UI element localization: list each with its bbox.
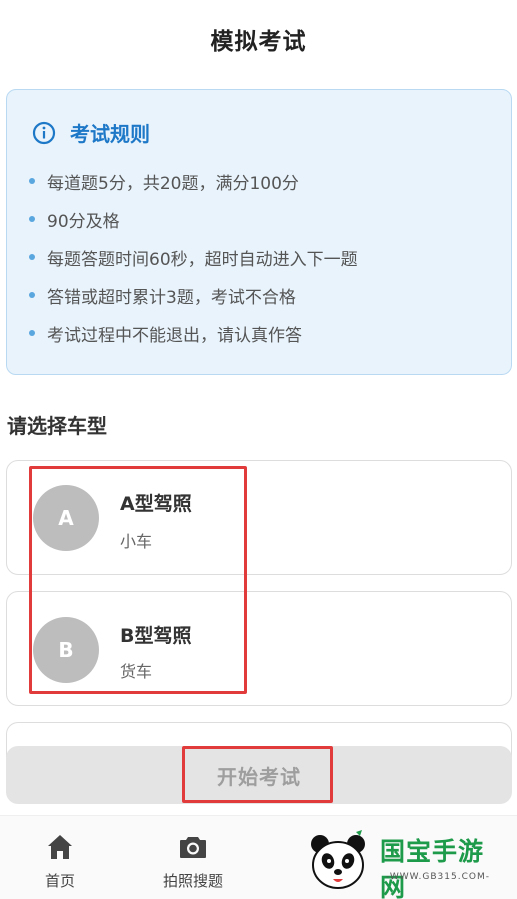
- vehicle-name: B型驾照: [120, 625, 192, 647]
- vehicle-desc: 小车: [120, 532, 153, 551]
- rules-header: 考试规则: [32, 118, 150, 147]
- start-exam-button[interactable]: 开始考试: [6, 746, 512, 804]
- rule-item: 考试过程中不能退出，请认真作答: [29, 314, 499, 352]
- bullet-dot: [29, 178, 35, 184]
- rule-text: 90分及格: [47, 211, 120, 232]
- camera-icon: [180, 837, 206, 858]
- rule-text: 每道题5分，共20题，满分100分: [47, 173, 299, 194]
- panda-logo-icon: [311, 830, 365, 889]
- vehicle-name: A型驾照: [120, 493, 192, 515]
- vehicle-option-b[interactable]: B B型驾照 货车: [6, 591, 512, 706]
- home-icon: [48, 835, 72, 859]
- tab-label: 拍照搜题: [162, 872, 223, 890]
- rule-item: 每题答题时间60秒，超时自动进入下一题: [29, 238, 499, 276]
- bullet-dot: [29, 330, 35, 336]
- vehicle-avatar: A: [33, 485, 99, 551]
- rule-item: 90分及格: [29, 200, 499, 238]
- vehicle-section-title: 请选择车型: [7, 414, 107, 438]
- vehicle-avatar: B: [33, 617, 99, 683]
- vehicle-option-a[interactable]: A A型驾照 小车: [6, 460, 512, 575]
- watermark-brand: 国宝手游网: [380, 837, 485, 899]
- bullet-dot: [29, 254, 35, 260]
- rules-list: 每道题5分，共20题，满分100分 90分及格 每题答题时间60秒，超时自动进入…: [29, 162, 499, 352]
- watermark-url: -WWW.GB315.COM-: [386, 872, 490, 882]
- info-icon: [32, 121, 56, 144]
- tab-photo-search[interactable]: 拍照搜题: [148, 816, 238, 899]
- app-header: 模拟考试: [0, 0, 517, 78]
- exam-rules-panel: 考试规则 每道题5分，共20题，满分100分 90分及格 每题答题时间60秒，超…: [6, 89, 512, 375]
- tab-home[interactable]: 首页: [28, 816, 92, 899]
- site-watermark: 国宝手游网 -WWW.GB315.COM-: [298, 826, 508, 899]
- rule-item: 答错或超时累计3题，考试不合格: [29, 276, 499, 314]
- page-title: 模拟考试: [210, 29, 307, 55]
- rule-item: 每道题5分，共20题，满分100分: [29, 162, 499, 200]
- rules-title: 考试规则: [70, 122, 150, 146]
- vehicle-desc: 货车: [120, 662, 153, 681]
- bullet-dot: [29, 292, 35, 298]
- rule-text: 考试过程中不能退出，请认真作答: [47, 325, 302, 346]
- tab-label: 首页: [44, 872, 75, 890]
- rule-text: 答错或超时累计3题，考试不合格: [47, 287, 296, 308]
- bullet-dot: [29, 216, 35, 222]
- rule-text: 每题答题时间60秒，超时自动进入下一题: [47, 249, 358, 270]
